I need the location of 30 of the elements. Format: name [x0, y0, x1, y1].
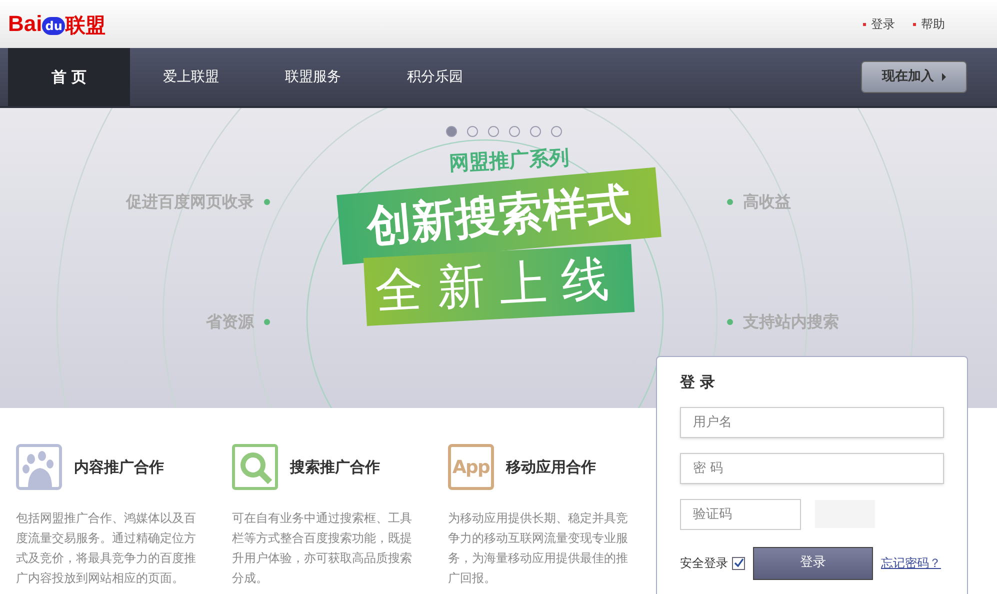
- nav-tab[interactable]: 联盟服务: [252, 48, 374, 106]
- login-button[interactable]: 登录: [753, 546, 873, 580]
- header-link[interactable]: 帮助: [913, 15, 945, 33]
- checkbox[interactable]: [732, 556, 745, 570]
- feature-label: 省资源: [206, 310, 270, 334]
- password-field[interactable]: 密 码: [680, 452, 944, 484]
- product-title[interactable]: 内容推广合作: [74, 456, 164, 478]
- baidu-union-logo[interactable]: Bai du 联盟: [8, 13, 106, 35]
- product-title[interactable]: 移动应用合作: [506, 456, 596, 478]
- feature-label: 促进百度网页收录: [126, 190, 270, 214]
- login-title: 登 录: [680, 372, 716, 393]
- captcha-field[interactable]: 验证码: [680, 498, 801, 530]
- app-icon: App: [448, 444, 494, 490]
- feature-label: 支持站内搜索: [727, 310, 839, 334]
- magnifier-icon: [232, 444, 278, 490]
- join-now-button[interactable]: 现在加入: [861, 61, 967, 93]
- product-title[interactable]: 搜索推广合作: [290, 456, 380, 478]
- nav-tab[interactable]: 积分乐园: [374, 48, 496, 106]
- check-icon: [734, 558, 744, 568]
- nav-tab[interactable]: 首 页: [8, 48, 130, 106]
- header-link[interactable]: 登录: [863, 15, 895, 33]
- paw-logo-icon: [16, 444, 62, 490]
- feature-label: 高收益: [727, 190, 791, 214]
- username-field[interactable]: 用户名: [680, 406, 944, 438]
- product-description: 可在自有业务中通过搜索框、工具栏等方式整合百度搜索功能，既提升用户体验，亦可获取高品质搜索分成。: [232, 510, 413, 587]
- product-description: 为移动应用提供长期、稳定并具竞争力的移动互联网流量变现专业服务，为海量移动应用提供最佳的推广回报。: [448, 510, 629, 587]
- product-description: 包括网盟推广合作、鸿媒体以及百度流量交易服务。通过精确定位方式及竞价，将最具竞争力的百度推广内容投放到网站相应的页面。: [16, 510, 197, 587]
- nav-tab[interactable]: 爱上联盟: [130, 48, 252, 106]
- secure-login-checkbox[interactable]: 安全登录: [680, 554, 745, 572]
- forgot-password-link[interactable]: 忘记密码？: [881, 554, 941, 572]
